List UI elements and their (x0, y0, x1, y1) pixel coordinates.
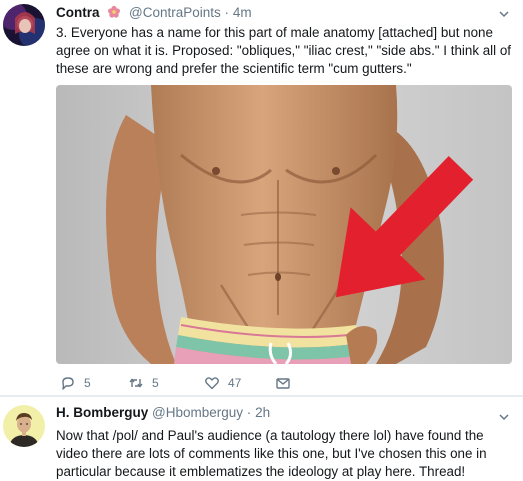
chevron-down-icon[interactable] (499, 409, 509, 421)
retweet-button[interactable]: 5 (128, 375, 159, 391)
timeline: Contra @ContraPoints · 4m 3. Everyone ha… (0, 0, 523, 481)
retweet-count: 5 (152, 376, 159, 390)
timestamp[interactable]: 2h (255, 405, 270, 420)
timestamp[interactable]: 4m (233, 5, 252, 20)
tweet-photo[interactable] (56, 85, 512, 364)
tweet-text: 3. Everyone has a name for this part of … (56, 25, 512, 76)
like-count: 47 (228, 376, 242, 390)
tweet-header: H. Bomberguy @Hbomberguy · 2h (56, 405, 270, 420)
direct-message-button[interactable] (275, 375, 291, 391)
avatar[interactable] (3, 4, 45, 46)
username[interactable]: @ContraPoints (129, 5, 221, 20)
display-name[interactable]: H. Bomberguy (56, 405, 148, 420)
envelope-icon (276, 378, 290, 389)
heart-icon (205, 377, 219, 390)
like-button[interactable]: 47 (204, 375, 241, 391)
display-name[interactable]: Contra (56, 5, 100, 20)
tweet-contrapoints[interactable]: Contra @ContraPoints · 4m 3. Everyone ha… (0, 0, 523, 396)
reply-count: 5 (84, 376, 91, 390)
separator-dot: · (224, 5, 230, 20)
tweet-text: Now that /pol/ and Paul's audience (a ta… (56, 428, 487, 479)
tweet-header: Contra @ContraPoints · 4m (56, 5, 252, 20)
tweet-actions: 5 5 47 (56, 375, 316, 391)
flower-icon (107, 5, 121, 19)
retweet-icon (129, 378, 143, 388)
separator-dot: · (246, 405, 252, 420)
avatar[interactable] (3, 405, 45, 447)
reply-icon (62, 377, 74, 390)
username[interactable]: @Hbomberguy (152, 405, 243, 420)
tweet-hbomberguy[interactable]: H. Bomberguy @Hbomberguy · 2h Now that /… (0, 397, 523, 481)
chevron-down-icon[interactable] (499, 6, 509, 18)
reply-button[interactable]: 5 (60, 375, 91, 391)
